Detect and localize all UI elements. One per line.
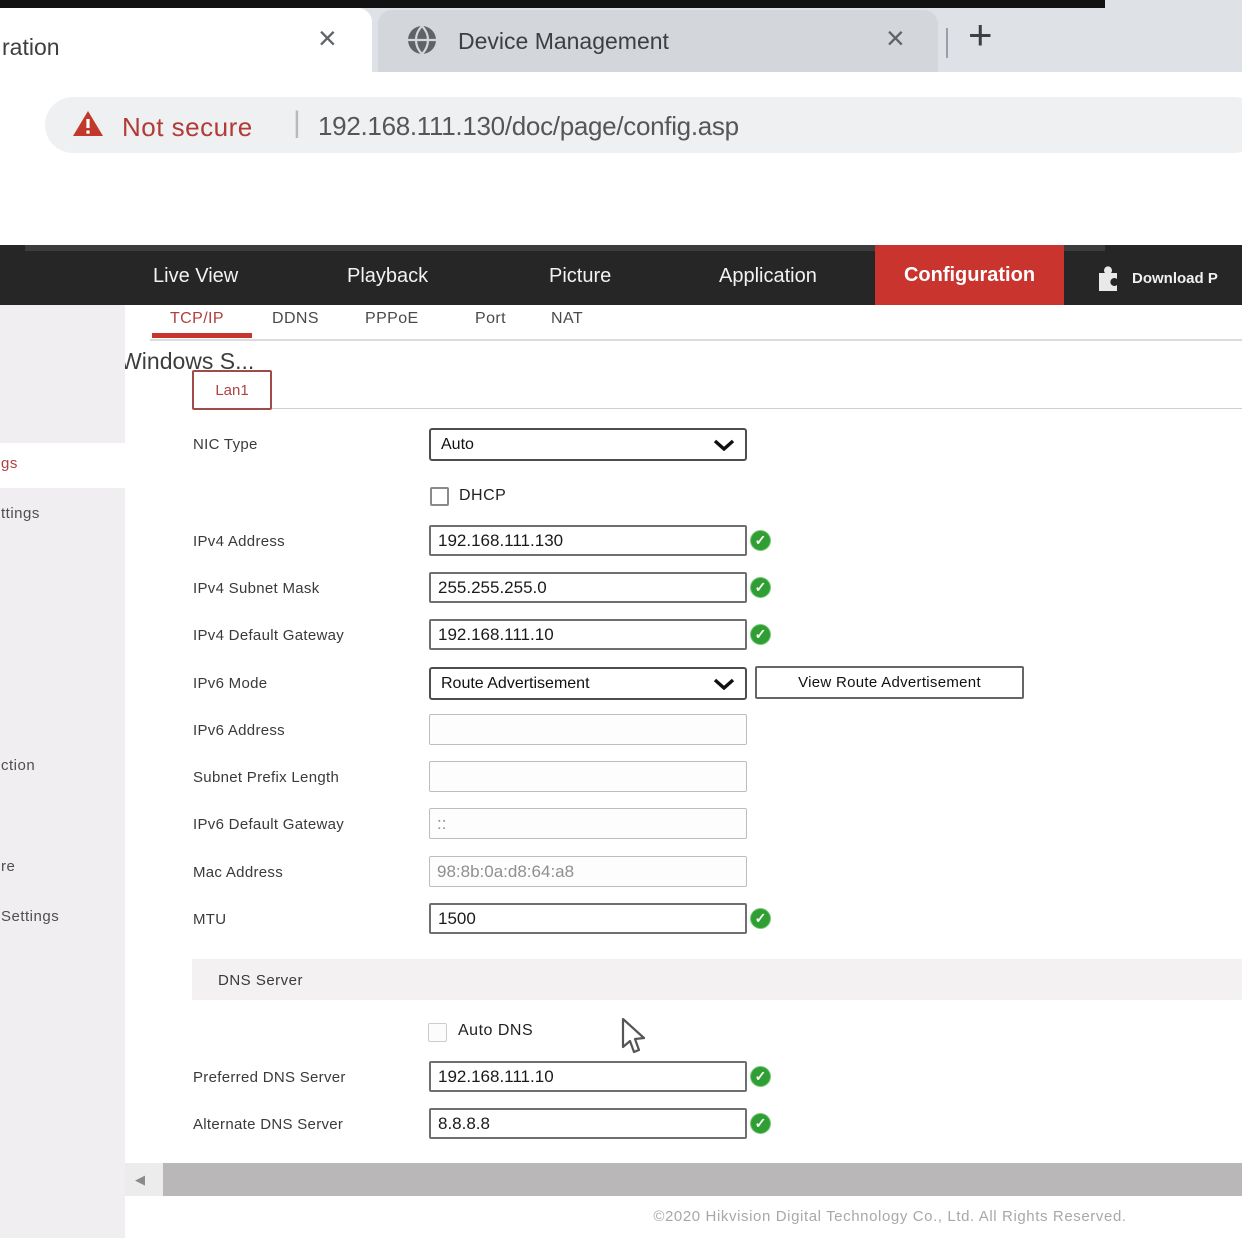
address-url[interactable]: 192.168.111.130/doc/page/config.asp: [318, 111, 739, 142]
download-plugin-label[interactable]: Download P: [1132, 270, 1218, 287]
dhcp-label: DHCP: [459, 487, 506, 505]
auto-dns-label: Auto DNS: [458, 1022, 533, 1040]
nav-playback[interactable]: Playback: [347, 265, 428, 288]
globe-icon: [404, 22, 440, 58]
nav-configuration[interactable]: Configuration: [875, 245, 1064, 305]
mtu-label: MTU: [193, 911, 226, 928]
subtab-ddns[interactable]: DDNS: [272, 310, 319, 328]
lan-tab-divider: [272, 408, 1242, 409]
sidebar-item-basic-settings[interactable]: gs: [1, 455, 18, 472]
preferred-dns-label: Preferred DNS Server: [193, 1069, 346, 1086]
ipv6-mode-select[interactable]: Route Advertisement: [429, 667, 747, 700]
mac-address-input: [429, 856, 747, 887]
sidebar-active-row[interactable]: [0, 443, 125, 488]
ipv4-gateway-input[interactable]: [429, 619, 747, 650]
subtab-port[interactable]: Port: [475, 310, 506, 328]
scroll-left-arrow-icon[interactable]: ◀: [135, 1172, 145, 1188]
active-subtab-underline: [152, 333, 252, 338]
sidebar-item-storage[interactable]: re: [1, 858, 15, 875]
sidebar-item-advanced-settings[interactable]: ttings: [1, 505, 40, 522]
ipv4-gateway-label: IPv4 Default Gateway: [193, 627, 344, 644]
subtab-divider: [150, 339, 1242, 341]
horizontal-scrollbar-thumb[interactable]: [163, 1163, 1242, 1196]
subtab-tcpip[interactable]: TCP/IP: [170, 310, 224, 328]
plugin-puzzle-icon[interactable]: [1094, 265, 1122, 291]
chevron-down-icon: [713, 678, 735, 690]
dhcp-checkbox[interactable]: [430, 487, 449, 506]
close-tab-icon[interactable]: ×: [318, 22, 337, 54]
not-secure-label[interactable]: Not secure: [122, 112, 253, 143]
nic-type-select[interactable]: Auto: [429, 428, 747, 461]
window-frame-strip-right: [1105, 0, 1242, 8]
new-tab-button[interactable]: +: [968, 14, 993, 56]
valid-check-icon: ✓: [750, 1066, 771, 1087]
alternate-dns-input[interactable]: [429, 1108, 747, 1139]
chevron-down-icon: [713, 439, 735, 451]
address-separator: |: [293, 106, 301, 140]
valid-check-icon: ✓: [750, 577, 771, 598]
subnet-prefix-label: Subnet Prefix Length: [193, 769, 339, 786]
bookmarks-bar: Monitor Windows S...: [0, 162, 1242, 242]
not-secure-warning-icon[interactable]: [72, 109, 104, 139]
nic-type-value: Auto: [441, 436, 474, 454]
mac-address-label: Mac Address: [193, 864, 283, 881]
valid-check-icon: ✓: [750, 1113, 771, 1134]
ipv4-address-input[interactable]: [429, 525, 747, 556]
subtab-nat[interactable]: NAT: [551, 310, 583, 328]
nic-type-label: NIC Type: [193, 436, 258, 453]
ipv4-address-label: IPv4 Address: [193, 533, 285, 550]
tab-title: ration: [2, 34, 60, 61]
browser-tab-strip: ration × Device Management × +: [0, 8, 1242, 72]
dns-section-title: DNS Server: [218, 972, 303, 989]
window-frame-strip: [0, 0, 1105, 8]
nav-picture[interactable]: Picture: [549, 265, 611, 288]
view-route-advertisement-button[interactable]: View Route Advertisement: [755, 666, 1024, 699]
dns-section-header: [192, 959, 1242, 1000]
subtab-pppoe[interactable]: PPPoE: [365, 310, 419, 328]
tab-configuration[interactable]: ration ×: [0, 8, 372, 72]
ipv6-mode-label: IPv6 Mode: [193, 675, 267, 692]
nav-application[interactable]: Application: [719, 265, 817, 288]
auto-dns-checkbox[interactable]: [428, 1023, 447, 1042]
ipv6-address-label: IPv6 Address: [193, 722, 285, 739]
tab-title: Device Management: [458, 28, 669, 55]
subnet-prefix-input: [429, 761, 747, 792]
tab-device-management[interactable]: Device Management ×: [378, 10, 938, 72]
lan1-tab[interactable]: Lan1: [192, 370, 272, 410]
mouse-cursor: [620, 1018, 648, 1056]
ipv4-subnet-input[interactable]: [429, 572, 747, 603]
ipv4-subnet-label: IPv4 Subnet Mask: [193, 580, 320, 597]
ipv6-gateway-input: [429, 808, 747, 839]
nav-live-view[interactable]: Live View: [153, 265, 238, 288]
ipv6-gateway-label: IPv6 Default Gateway: [193, 816, 344, 833]
sidebar-item-detection[interactable]: ction: [1, 757, 35, 774]
tab-separator: [946, 28, 948, 58]
close-tab-icon[interactable]: ×: [886, 22, 905, 54]
ipv6-mode-value: Route Advertisement: [441, 675, 590, 693]
valid-check-icon: ✓: [750, 624, 771, 645]
ipv6-address-input: [429, 714, 747, 745]
preferred-dns-input[interactable]: [429, 1061, 747, 1092]
alternate-dns-label: Alternate DNS Server: [193, 1116, 343, 1133]
valid-check-icon: ✓: [750, 530, 771, 551]
valid-check-icon: ✓: [750, 908, 771, 929]
mtu-input[interactable]: [429, 903, 747, 934]
sidebar-item-settings[interactable]: Settings: [1, 908, 59, 925]
copyright-footer: ©2020 Hikvision Digital Technology Co., …: [560, 1208, 1220, 1225]
